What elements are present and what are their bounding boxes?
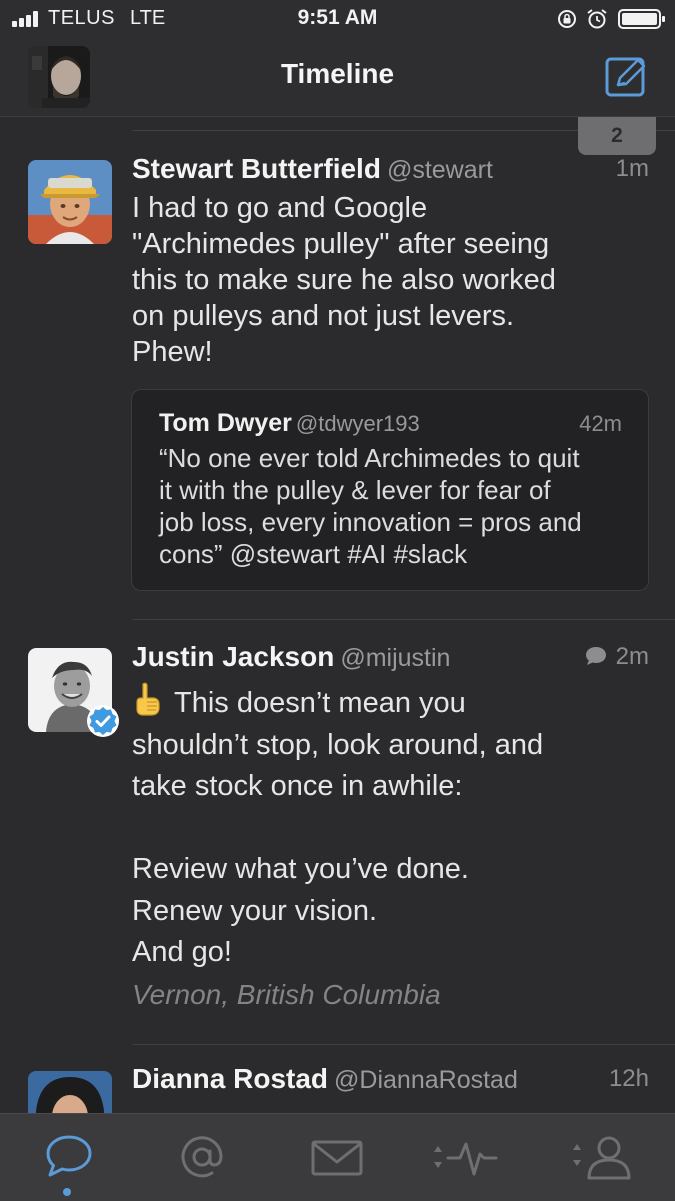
tweet-text-line: on pulleys and not just levers. — [132, 300, 515, 332]
tweet-text-line — [132, 808, 647, 850]
tweet-time: 2m — [584, 643, 649, 671]
author-handle[interactable]: @DiannaRostad — [334, 1066, 518, 1094]
tweet-text-segment: This doesn’t mean you — [174, 687, 466, 719]
page-title: Timeline — [280, 58, 395, 89]
tweet-text-line: Renew your vision. — [132, 894, 377, 927]
tweet-time-value: 2m — [615, 643, 649, 670]
avatar[interactable] — [28, 1071, 112, 1113]
compose-icon[interactable] — [604, 54, 648, 98]
quoted-tweet-header: Tom Dwyer @tdwyer193 42m — [159, 409, 622, 438]
author-handle[interactable]: @stewart — [387, 156, 493, 184]
alarm-clock-icon — [587, 9, 607, 29]
mentions-at-icon — [181, 1136, 223, 1178]
rotation-lock-icon — [558, 10, 576, 28]
avatar[interactable] — [28, 648, 119, 737]
tweet-header: Stewart Butterfield @stewart 1m — [132, 153, 649, 187]
quoted-text-line: cons” @stewart #AI #slack — [159, 539, 468, 569]
author-name[interactable]: Stewart Butterfield — [132, 153, 381, 184]
quoted-tweet[interactable]: Tom Dwyer @tdwyer193 42m “No one ever tol… — [131, 389, 649, 591]
conversation-icon — [585, 647, 606, 665]
tweet-text-line: Phew! — [132, 336, 213, 368]
tab-messages[interactable] — [277, 1114, 397, 1201]
quoted-text-line: job loss, every innovation = pros and — [159, 507, 582, 537]
tab-timeline[interactable] — [7, 1114, 127, 1201]
tweet-text-line: take stock once in awhile: — [132, 770, 463, 802]
battery-icon — [618, 9, 665, 29]
tweet[interactable]: Stewart Butterfield @stewart 1m I had to … — [0, 117, 675, 619]
avatar[interactable] — [28, 160, 112, 244]
tweet-text-line: And go! — [132, 936, 232, 968]
tweet-location[interactable]: Vernon, British Columbia — [132, 979, 441, 1011]
pointing-up-emoji-icon — [136, 682, 160, 716]
quoted-tweet-time: 42m — [579, 411, 622, 436]
tweet-text-line: I had to go and Google — [132, 192, 428, 224]
author-name[interactable]: Justin Jackson — [132, 641, 334, 672]
timeline-bubble-icon — [46, 1135, 92, 1177]
tweet-text-line: this to make sure he also worked — [132, 264, 556, 296]
quoted-tweet-text: “No one ever told Archimedes to quit it … — [159, 442, 634, 570]
tweet-header: Justin Jackson @mijustin 2m — [132, 641, 649, 675]
tweet-text: This doesn’t mean you shouldn’t stop, lo… — [132, 682, 647, 974]
tweet-time: 1m — [615, 155, 649, 182]
tweet-header: Dianna Rostad @DiannaRostad 12h — [132, 1063, 649, 1097]
tweet-text-line: Review what you’ve done. — [132, 853, 469, 885]
messages-envelope-icon — [311, 1140, 363, 1176]
active-tab-indicator — [63, 1188, 71, 1196]
author-name[interactable]: Dianna Rostad — [132, 1063, 328, 1094]
tweet-text: I had to go and Google "Archimedes pulle… — [132, 190, 647, 370]
quoted-text-line: “No one ever told Archimedes to quit — [159, 443, 580, 473]
quoted-author-name: Tom Dwyer — [159, 409, 292, 437]
tweet[interactable]: Dianna Rostad @DiannaRostad 12h — [0, 1045, 675, 1113]
activity-pulse-icon — [434, 1142, 498, 1176]
status-bar: TELUS LTE 9:51 AM — [0, 0, 675, 38]
quoted-author-handle: @tdwyer193 — [295, 411, 420, 436]
tweet-text-line: This doesn’t mean you — [132, 682, 647, 725]
tweet-time: 12h — [608, 1065, 649, 1092]
profile-person-icon — [573, 1136, 631, 1180]
tweet-text-line: shouldn’t stop, look around, and — [132, 728, 544, 761]
verified-badge-icon — [87, 705, 119, 737]
author-handle[interactable]: @mijustin — [340, 644, 450, 672]
tweet-text-line: "Archimedes pulley" after seeing — [132, 228, 550, 260]
tweet[interactable]: Justin Jackson @mijustin 2m This doesn’t … — [0, 620, 675, 1044]
tab-activity[interactable] — [412, 1114, 532, 1201]
timeline-feed[interactable]: 2 Stewart Butterfield @stewart 1m I had t… — [0, 117, 675, 1113]
navigation-bar: Timeline — [0, 38, 675, 117]
tab-bar — [0, 1113, 675, 1201]
tab-profile[interactable] — [547, 1114, 667, 1201]
tab-mentions[interactable] — [142, 1114, 262, 1201]
quoted-text-line: it with the pulley & lever for fear of — [159, 475, 551, 505]
